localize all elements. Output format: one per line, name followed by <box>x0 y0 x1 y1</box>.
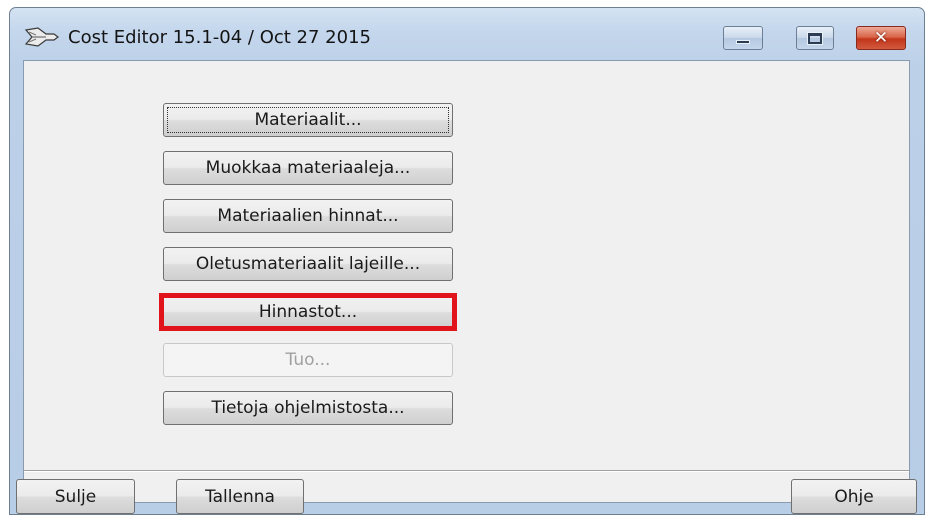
dialog-body: Materiaalit... Muokkaa materiaaleja... M… <box>16 60 917 514</box>
about-button[interactable]: Tietoja ohjelmistosta... <box>163 391 453 425</box>
help-button[interactable]: Ohje <box>791 479 917 514</box>
price-lists-button[interactable]: Hinnastot... <box>163 295 453 329</box>
minimize-icon <box>736 40 750 44</box>
window-title: Cost Editor 15.1-04 / Oct 27 2015 <box>68 27 371 48</box>
import-button: Tuo... <box>163 343 453 377</box>
material-prices-button[interactable]: Materiaalien hinnat... <box>163 199 453 233</box>
close-window-button[interactable]: ✕ <box>856 26 906 50</box>
app-arrow-icon <box>24 27 59 47</box>
title-bar[interactable]: Cost Editor 15.1-04 / Oct 27 2015 ✕ <box>10 8 924 60</box>
edit-materials-button[interactable]: Muokkaa materiaaleja... <box>163 151 453 185</box>
materials-button[interactable]: Materiaalit... <box>163 103 453 137</box>
maximize-icon <box>807 31 823 45</box>
close-icon: ✕ <box>873 27 889 48</box>
save-button[interactable]: Tallenna <box>176 479 304 514</box>
default-materials-button[interactable]: Oletusmateriaalit lajeille... <box>163 247 453 281</box>
minimize-button[interactable] <box>723 26 763 50</box>
maximize-button[interactable] <box>796 26 834 50</box>
footer-separator <box>24 470 909 472</box>
cost-editor-window: Cost Editor 15.1-04 / Oct 27 2015 ✕ Mate… <box>9 7 925 515</box>
close-button[interactable]: Sulje <box>16 479 135 514</box>
